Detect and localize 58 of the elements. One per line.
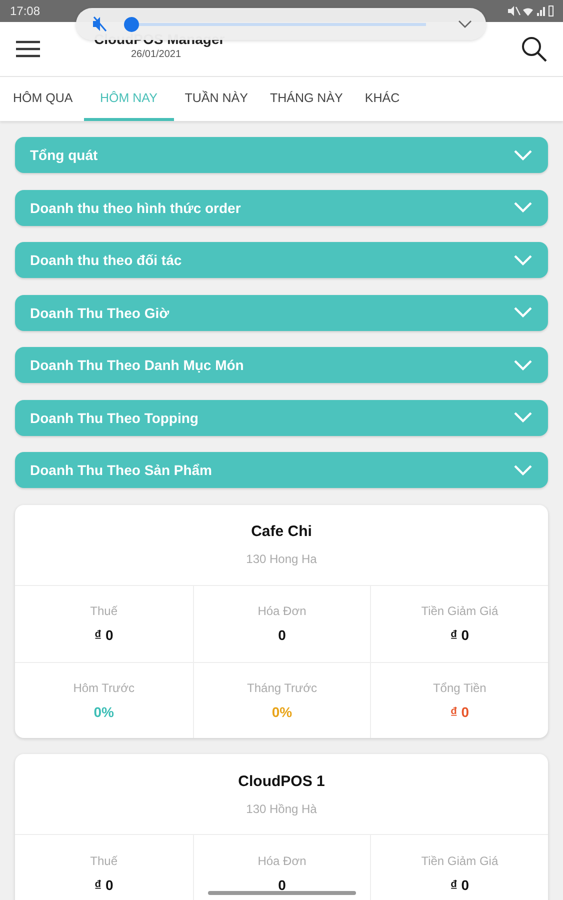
stat-value: ₫ 0 bbox=[450, 876, 470, 892]
stat-label: Tổng Tiền bbox=[432, 680, 486, 694]
tab[interactable]: TUẦN NÀY bbox=[174, 77, 259, 121]
stat-label: Hóa Đơn bbox=[258, 854, 306, 868]
section-header[interactable]: Tổng quát bbox=[15, 137, 548, 173]
stat-value: ₫ 0 bbox=[94, 627, 114, 643]
stat-value: 0% bbox=[272, 704, 292, 720]
stat-value: 0 bbox=[278, 876, 286, 892]
chevron-down-icon bbox=[514, 307, 532, 318]
stat-label: Tiền Giảm Giá bbox=[421, 854, 498, 868]
stat-value: ₫ 0 bbox=[450, 704, 470, 720]
stat-value: ₫ 0 bbox=[94, 876, 114, 892]
chevron-down-icon bbox=[514, 464, 532, 476]
chevron-down-icon bbox=[514, 202, 532, 213]
stat-label: Hôm Trước bbox=[73, 680, 134, 694]
section-title: Doanh Thu Theo Giờ bbox=[30, 304, 170, 320]
chevron-down-icon bbox=[514, 412, 532, 423]
section-header[interactable]: Doanh Thu Theo Sản Phẩm bbox=[15, 452, 548, 488]
stat-label: Thuế bbox=[90, 854, 118, 868]
section-title: Doanh Thu Theo Danh Mục Món bbox=[30, 357, 244, 373]
tab[interactable]: HÔM QUA bbox=[2, 77, 84, 121]
chevron-down-icon[interactable] bbox=[458, 20, 472, 28]
chevron-down-icon bbox=[514, 360, 532, 370]
stat-value: 0% bbox=[94, 704, 114, 720]
section-header[interactable]: Doanh thu theo hình thức order bbox=[15, 190, 548, 226]
slider-thumb[interactable] bbox=[124, 16, 139, 32]
store-name: Cafe Chi bbox=[251, 523, 312, 540]
section-header[interactable]: Doanh thu theo đối tác bbox=[15, 242, 548, 278]
app-title: CloudPOS Manager bbox=[94, 30, 226, 46]
section-title: Doanh thu theo hình thức order bbox=[30, 200, 241, 216]
store-name: CloudPOS 1 bbox=[238, 772, 325, 790]
chevron-down-icon bbox=[514, 150, 532, 160]
status-time: 17:08 bbox=[10, 4, 40, 18]
section-title: Doanh Thu Theo Topping bbox=[30, 410, 198, 426]
stat-label: Tiền Giảm Giá bbox=[421, 604, 498, 618]
stat-label: Thuế bbox=[90, 604, 118, 618]
store-address: 130 Hồng Hà bbox=[246, 802, 317, 816]
muted-speaker-icon[interactable] bbox=[92, 16, 108, 32]
stat-label: Hóa Đơn bbox=[258, 604, 306, 618]
app-date: 26/01/2021 bbox=[131, 48, 182, 60]
tab[interactable]: HÔM NAY bbox=[84, 77, 174, 121]
chevron-down-icon bbox=[514, 254, 532, 266]
tab[interactable]: THÁNG NÀY bbox=[258, 77, 354, 121]
stat-value: ₫ 0 bbox=[450, 627, 470, 643]
section-title: Doanh thu theo đối tác bbox=[30, 252, 182, 268]
search-icon[interactable] bbox=[521, 36, 547, 62]
store-address: 130 Hong Ha bbox=[246, 552, 317, 566]
volume-slider[interactable] bbox=[124, 16, 426, 32]
section-header[interactable]: Doanh Thu Theo Giờ bbox=[15, 294, 548, 330]
menu-icon[interactable] bbox=[16, 40, 40, 58]
section-title: Tổng quát bbox=[30, 147, 98, 163]
status-icons bbox=[507, 5, 555, 17]
section-title: Doanh Thu Theo Sản Phẩm bbox=[30, 462, 212, 478]
tab[interactable]: KHÁC bbox=[354, 77, 411, 121]
section-header[interactable]: Doanh Thu Theo Danh Mục Món bbox=[15, 347, 548, 383]
stat-value: 0 bbox=[278, 627, 286, 643]
stat-label: Tháng Trước bbox=[247, 680, 317, 694]
section-header[interactable]: Doanh Thu Theo Topping bbox=[15, 400, 548, 436]
